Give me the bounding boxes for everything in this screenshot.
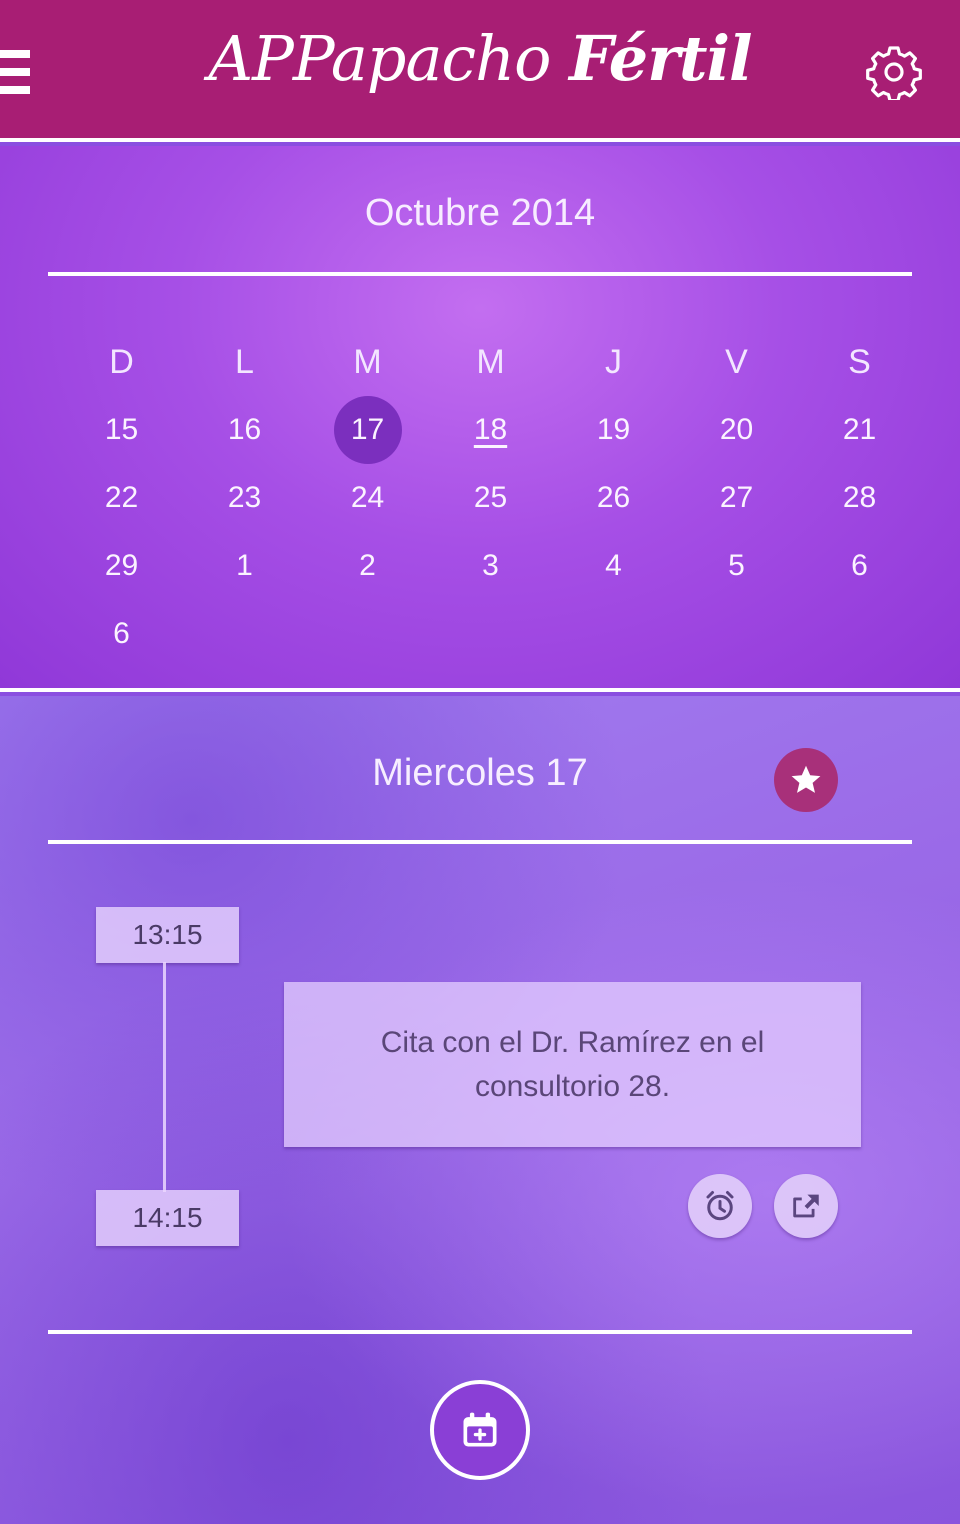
app-title: APPapacho Fértil bbox=[0, 22, 960, 95]
day-cell[interactable]: 20 bbox=[675, 396, 798, 464]
day-number: 24 bbox=[350, 481, 385, 514]
day-cell[interactable]: 17 bbox=[306, 396, 429, 464]
day-cell[interactable]: 3 bbox=[429, 532, 552, 600]
app-title-accent: Fértil bbox=[569, 22, 752, 95]
weekday-header: M bbox=[353, 342, 382, 381]
day-number: 5 bbox=[728, 549, 745, 582]
empty-day-cell bbox=[429, 600, 552, 668]
day-cell[interactable]: 6 bbox=[60, 600, 183, 668]
day-number: 27 bbox=[719, 481, 754, 514]
day-number: 17 bbox=[350, 413, 385, 446]
empty-day-cell bbox=[675, 600, 798, 668]
gear-icon[interactable] bbox=[866, 44, 922, 100]
start-time[interactable]: 13:15 bbox=[96, 907, 239, 963]
weekday-header: S bbox=[848, 342, 871, 381]
calendar-add-icon bbox=[463, 1412, 497, 1447]
day-number: 20 bbox=[719, 413, 754, 446]
event-card[interactable]: Cita con el Dr. Ramírez en el consultori… bbox=[284, 982, 861, 1147]
alarm-button[interactable] bbox=[688, 1174, 752, 1238]
add-event-button[interactable] bbox=[430, 1380, 530, 1480]
end-time[interactable]: 14:15 bbox=[96, 1190, 239, 1246]
weekday-header: M bbox=[476, 342, 505, 381]
month-title: Octubre 2014 bbox=[364, 192, 596, 234]
day-number: 2 bbox=[359, 549, 376, 582]
day-cell[interactable]: 16 bbox=[183, 396, 306, 464]
app-header: APPapacho Fértil bbox=[0, 0, 960, 142]
day-cell[interactable]: 21 bbox=[798, 396, 921, 464]
event-text: Cita con el Dr. Ramírez en el consultori… bbox=[380, 1025, 765, 1103]
share-button[interactable] bbox=[774, 1174, 838, 1238]
day-number: 28 bbox=[842, 481, 877, 514]
share-icon bbox=[793, 1194, 819, 1218]
day-cell[interactable]: 24 bbox=[306, 464, 429, 532]
day-panel: Miercoles 17 13:15 14:15 Cita con el Dr.… bbox=[0, 696, 960, 1524]
day-number: 3 bbox=[482, 549, 499, 582]
day-divider-bottom bbox=[48, 1330, 912, 1334]
calendar-panel: Octubre 2014 D L M M J V S 15 16 17 18 19 20 21 22 23 24… bbox=[0, 146, 960, 692]
calendar-divider bbox=[48, 272, 912, 276]
empty-day-cell bbox=[552, 600, 675, 668]
weekday-header: D bbox=[109, 342, 134, 381]
day-number: 22 bbox=[104, 481, 139, 514]
day-number: 6 bbox=[113, 617, 130, 650]
day-cell[interactable]: 4 bbox=[552, 532, 675, 600]
day-cell[interactable]: 15 bbox=[60, 396, 183, 464]
day-number: 25 bbox=[473, 481, 508, 514]
day-cell[interactable]: 2 bbox=[306, 532, 429, 600]
time-range-line bbox=[163, 962, 166, 1192]
weekday-header: V bbox=[725, 342, 748, 381]
day-cell[interactable]: 23 bbox=[183, 464, 306, 532]
day-cell[interactable]: 19 bbox=[552, 396, 675, 464]
day-cell[interactable]: 5 bbox=[675, 532, 798, 600]
day-cell[interactable]: 28 bbox=[798, 464, 921, 532]
day-cell[interactable]: 26 bbox=[552, 464, 675, 532]
day-cell[interactable]: 29 bbox=[60, 532, 183, 600]
day-number: 16 bbox=[227, 413, 262, 446]
empty-day-cell bbox=[306, 600, 429, 668]
day-cell[interactable]: 1 bbox=[183, 532, 306, 600]
day-cell[interactable]: 27 bbox=[675, 464, 798, 532]
weekday-header: L bbox=[235, 342, 254, 381]
day-divider-top bbox=[48, 840, 912, 844]
calendar-grid: D L M M J V S 15 16 17 18 19 20 21 22 23 24 25 26 27 28 29 1 2 3… bbox=[60, 328, 920, 668]
day-number: 18 bbox=[473, 413, 508, 446]
day-number: 26 bbox=[596, 481, 631, 514]
day-number: 19 bbox=[596, 413, 631, 446]
day-cell[interactable]: 25 bbox=[429, 464, 552, 532]
day-number: 1 bbox=[236, 549, 253, 582]
star-icon bbox=[791, 765, 821, 793]
empty-day-cell bbox=[183, 600, 306, 668]
day-cell[interactable]: 6 bbox=[798, 532, 921, 600]
app-title-main: APPapacho bbox=[208, 22, 570, 95]
day-number: 6 bbox=[851, 549, 868, 582]
weekday-header: J bbox=[605, 342, 622, 381]
day-number: 21 bbox=[842, 413, 877, 446]
day-number: 29 bbox=[104, 549, 139, 582]
favorite-button[interactable] bbox=[774, 748, 838, 812]
empty-day-cell bbox=[798, 600, 921, 668]
day-number: 23 bbox=[227, 481, 262, 514]
alarm-clock-icon bbox=[706, 1191, 734, 1221]
day-cell[interactable]: 22 bbox=[60, 464, 183, 532]
day-number: 15 bbox=[104, 413, 139, 446]
day-cell[interactable]: 18 bbox=[429, 396, 552, 464]
day-number: 4 bbox=[605, 549, 622, 582]
